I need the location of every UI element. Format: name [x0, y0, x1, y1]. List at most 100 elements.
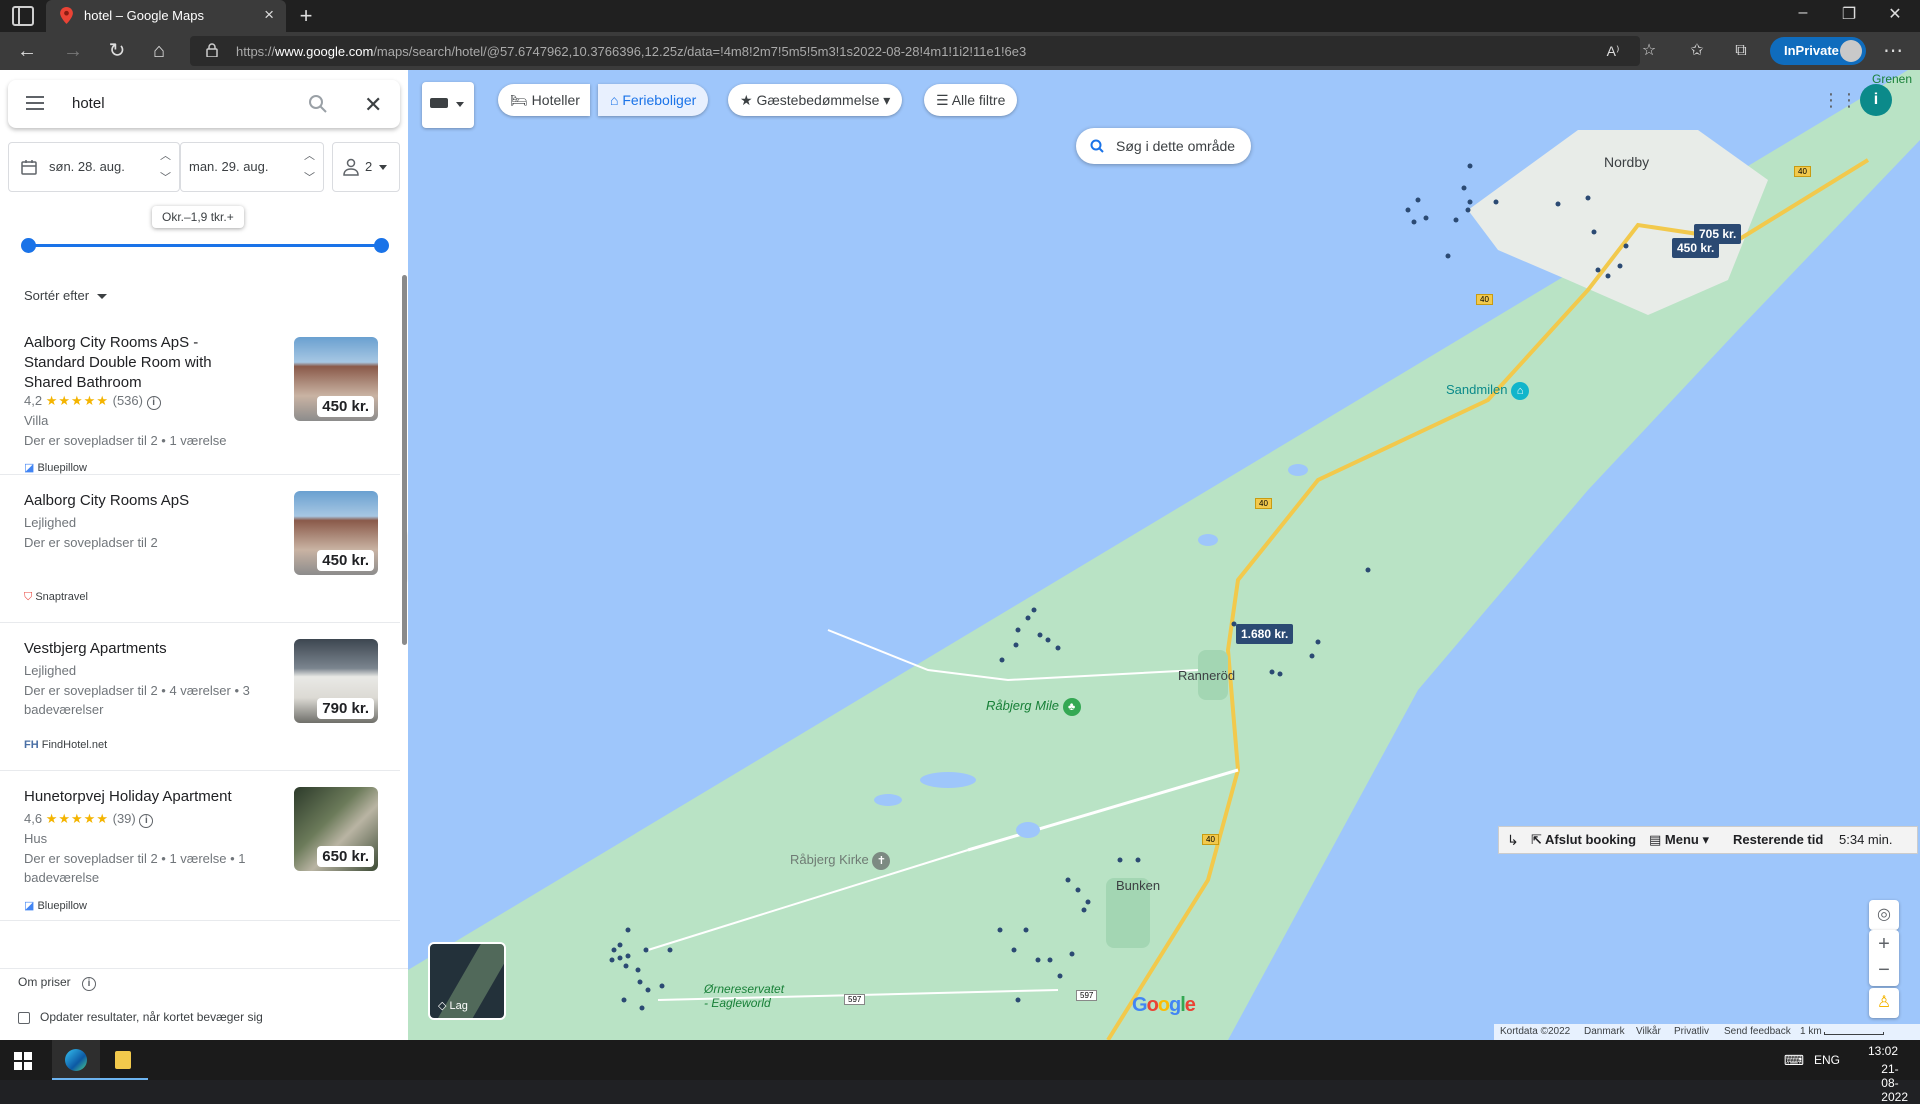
country-link[interactable]: Danmark	[1584, 1024, 1625, 1040]
account-avatar[interactable]: i	[1860, 84, 1892, 116]
tab-actions-icon[interactable]	[12, 6, 34, 26]
info-icon[interactable]: i	[146, 396, 161, 410]
chevron-up-icon[interactable]: ︿	[304, 147, 315, 163]
layers-button[interactable]: ◇ Lag	[428, 942, 506, 1020]
snaptravel-icon: ⛉	[24, 591, 33, 603]
price-slider[interactable]	[21, 238, 389, 253]
url-field[interactable]: https://www.google.com/maps/search/hotel…	[190, 36, 1640, 66]
back-icon[interactable]: ←	[14, 38, 40, 64]
minimize-icon[interactable]: –	[1780, 4, 1826, 22]
update-results-checkbox[interactable]: Opdater resultater, når kortet bevæger s…	[18, 1010, 263, 1024]
inprivate-badge[interactable]: InPrivate	[1770, 37, 1866, 65]
search-this-area-button[interactable]: Søg i dette område	[1076, 128, 1252, 164]
listing-source[interactable]: FH FindHotel.net	[24, 739, 107, 751]
road-shield: 597	[1076, 990, 1098, 1001]
pegman-icon[interactable]: ♙	[1869, 988, 1899, 1018]
place-grenen[interactable]: Grenen	[1872, 72, 1912, 86]
guests-selector[interactable]: 2	[332, 142, 400, 192]
vacation-rentals-chip[interactable]: ⌂ Ferieboliger	[598, 84, 709, 116]
map-canvas[interactable]: 🛏 Hoteller ⌂ Ferieboliger ★ Gæstebedømme…	[408, 70, 1920, 1040]
forward-icon[interactable]: →	[60, 38, 86, 64]
list-item[interactable]: Aalborg City Rooms ApS Lejlighed Der er …	[0, 475, 400, 623]
close-tab-icon[interactable]: ×	[264, 5, 274, 25]
terms-link[interactable]: Vilkår	[1636, 1024, 1661, 1040]
search-icon[interactable]	[308, 94, 328, 114]
feedback-link[interactable]: Send feedback	[1724, 1024, 1791, 1040]
price-min-handle[interactable]	[21, 238, 36, 253]
listing-photo[interactable]: 450 kr.	[294, 491, 378, 575]
listing-photo[interactable]: 790 kr.	[294, 639, 378, 723]
booking-menu-button[interactable]: ▤ Menu ▾	[1649, 827, 1709, 853]
place-rabjerg-mile[interactable]: Råbjerg Mile ♣	[986, 698, 1081, 716]
zoom-out-icon[interactable]: −	[1869, 958, 1899, 986]
place-nordby[interactable]: Nordby	[1604, 154, 1649, 170]
file-explorer-taskbar-icon[interactable]	[100, 1040, 148, 1080]
home-icon[interactable]: ⌂	[146, 38, 172, 64]
collections-icon[interactable]: ⧉	[1728, 38, 1754, 64]
refresh-icon[interactable]: ↻	[104, 38, 130, 64]
chevron-down-icon[interactable]: ﹀	[160, 169, 171, 185]
inprivate-label: InPrivate	[1784, 43, 1839, 58]
apps-grid-icon[interactable]: ⋮⋮	[1822, 90, 1858, 110]
checkout-date[interactable]: man. 29. aug. ︿ ﹀	[180, 142, 324, 192]
listing-photo[interactable]: 650 kr.	[294, 787, 378, 871]
info-icon[interactable]: i	[139, 814, 154, 828]
info-icon[interactable]: i	[82, 977, 97, 991]
keyboard-tray-icon[interactable]: ⌨	[1784, 1052, 1804, 1069]
checkbox-icon[interactable]	[18, 1011, 30, 1024]
all-filters-chip[interactable]: ☰ Alle filtre	[924, 84, 1018, 116]
windows-start-icon[interactable]	[14, 1052, 32, 1070]
place-ornereservatet[interactable]: Ørnereservatet - Eagleworld	[704, 982, 784, 1010]
favorites-icon[interactable]: ✩	[1684, 38, 1710, 64]
list-item[interactable]: Aalborg City Rooms ApS - Standard Double…	[0, 325, 400, 475]
more-icon[interactable]: ⋯	[1880, 38, 1906, 64]
language-indicator[interactable]: ENG	[1814, 1053, 1840, 1067]
read-aloud-icon[interactable]: A⁾	[1600, 38, 1626, 64]
scale-label[interactable]: 1 km	[1800, 1024, 1822, 1040]
chevron-up-icon[interactable]: ︿	[160, 147, 171, 163]
lake	[1288, 464, 1308, 476]
results-scrollbar[interactable]	[402, 275, 407, 645]
search-box[interactable]: hotel ✕	[8, 80, 400, 128]
listing-source[interactable]: ⛉ Snaptravel	[24, 591, 88, 604]
close-window-icon[interactable]: ✕	[1872, 4, 1918, 24]
filters-chip-label: Alle filtre	[951, 92, 1006, 108]
finish-booking-button[interactable]: ⇱ Afslut booking	[1531, 827, 1636, 853]
browser-tab[interactable]: hotel – Google Maps ×	[46, 0, 286, 32]
list-item[interactable]: Vestbjerg Apartments Lejlighed Der er so…	[0, 623, 400, 771]
booking-menu-label: Menu	[1664, 832, 1699, 847]
close-icon[interactable]: ✕	[364, 92, 382, 118]
checkin-date[interactable]: søn. 28. aug. ︿ ﹀	[8, 142, 180, 192]
collapse-icon[interactable]: ↳	[1507, 827, 1519, 853]
place-bunken[interactable]: Bunken	[1116, 878, 1160, 893]
museum-icon: ⌂	[1511, 382, 1530, 400]
guest-rating-chip[interactable]: ★ Gæstebedømmelse ▾	[728, 84, 903, 116]
sort-dropdown[interactable]: Sortér efter	[24, 288, 108, 303]
clock-time[interactable]: 13:02	[1868, 1044, 1898, 1058]
listing-source[interactable]: ◪ Bluepillow	[24, 899, 87, 912]
restore-icon[interactable]: ❐	[1826, 4, 1872, 24]
list-item[interactable]: Hunetorpvej Holiday Apartment 4,6 ★★★★★ …	[0, 771, 400, 921]
new-tab-icon[interactable]: +	[294, 3, 318, 29]
about-prices-link[interactable]: Om priser i	[18, 975, 97, 991]
chevron-down-icon[interactable]: ﹀	[304, 169, 315, 185]
price-pin[interactable]: 450 kr.	[1672, 238, 1720, 258]
listing-source[interactable]: ◪ Bluepillow	[24, 461, 87, 474]
price-pin[interactable]: 1.680 kr.	[1236, 624, 1294, 644]
keyboard-shortcuts-button[interactable]	[422, 82, 474, 128]
hamburger-menu-icon[interactable]	[26, 96, 44, 110]
listing-photo[interactable]: 450 kr.	[294, 337, 378, 421]
clock-date[interactable]: 21-08-2022	[1881, 1062, 1908, 1104]
my-location-icon[interactable]: ◎	[1869, 900, 1899, 930]
privacy-link[interactable]: Privatliv	[1674, 1024, 1709, 1040]
edge-taskbar-icon[interactable]	[52, 1040, 100, 1080]
place-rannerod[interactable]: Ranneröd	[1178, 668, 1235, 683]
rating-value: 4,6	[24, 811, 43, 826]
search-input[interactable]: hotel	[72, 95, 105, 112]
hotels-chip[interactable]: 🛏 Hoteller	[498, 84, 590, 116]
place-sandmilen[interactable]: Sandmilen ⌂	[1446, 382, 1530, 400]
add-favorite-icon[interactable]: ☆	[1636, 38, 1662, 64]
place-rabjerg-kirke[interactable]: Råbjerg Kirke ✝	[790, 852, 891, 870]
zoom-in-icon[interactable]: +	[1869, 930, 1899, 958]
price-max-handle[interactable]	[374, 238, 389, 253]
